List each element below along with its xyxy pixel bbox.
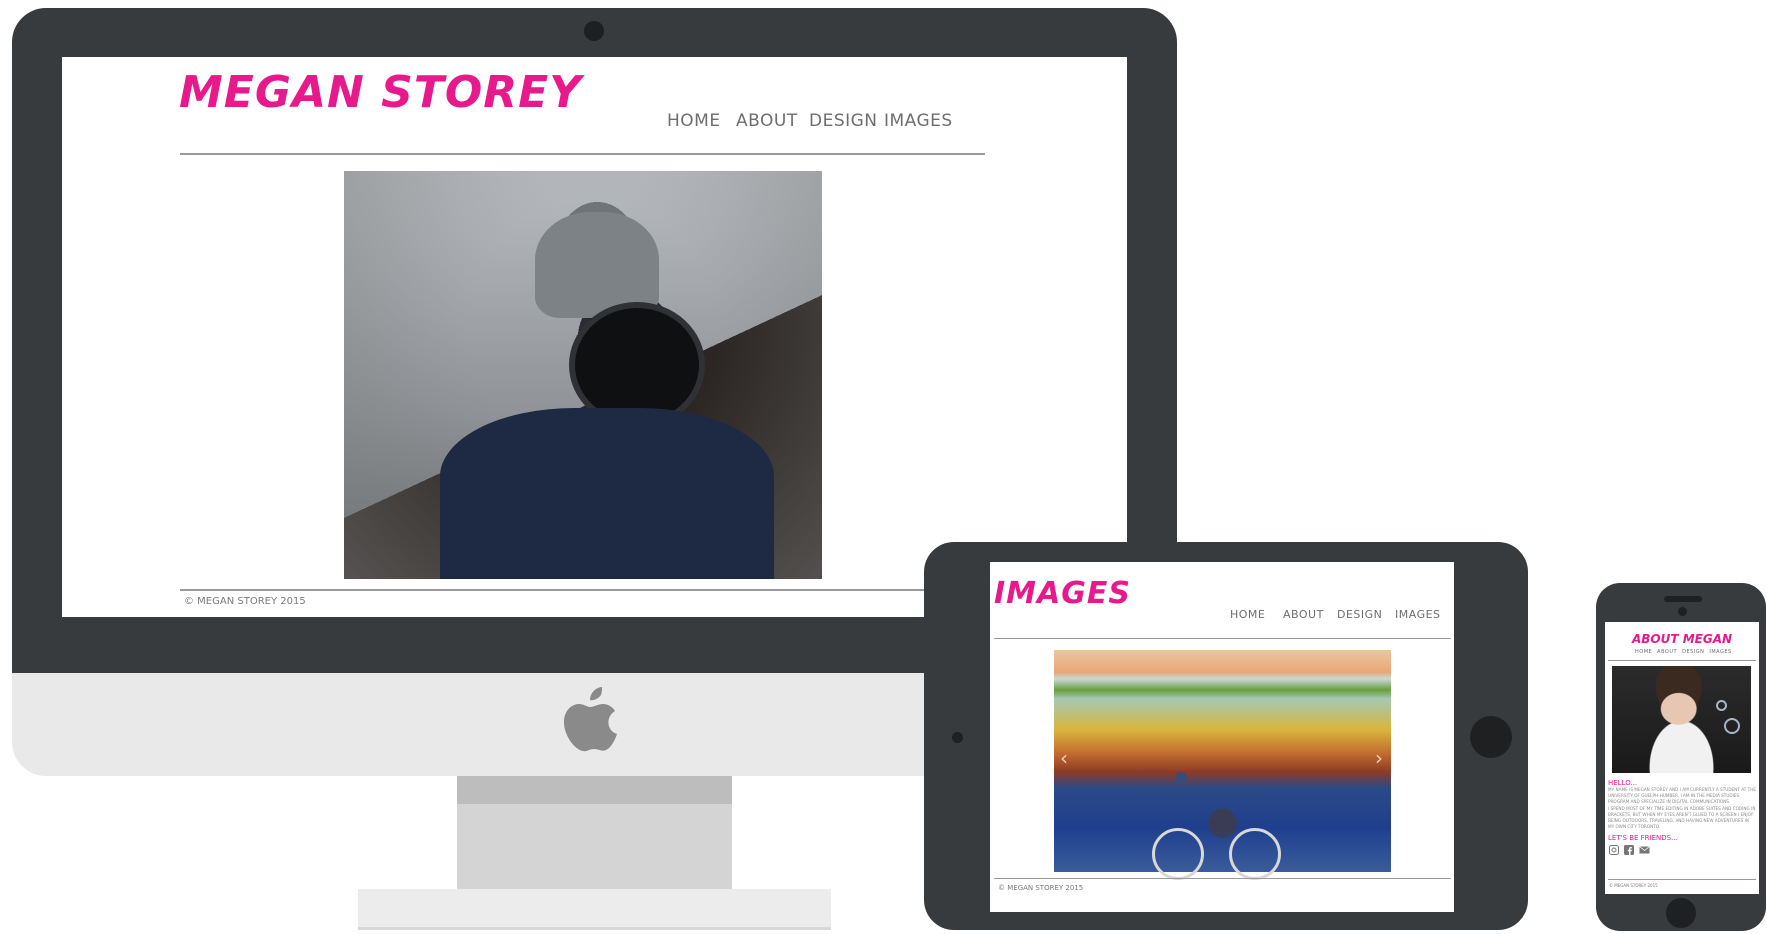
- nav-about[interactable]: ABOUT: [736, 111, 798, 131]
- phone-nav-images[interactable]: IMAGES: [1709, 649, 1731, 655]
- phone-nav-home[interactable]: HOME: [1635, 649, 1652, 655]
- photo-cyclist-head-shape: [1175, 772, 1188, 785]
- phone-nav: HOME ABOUT DESIGN IMAGES: [1635, 649, 1732, 655]
- image-slider[interactable]: ‹ ›: [1054, 650, 1391, 880]
- site-brand[interactable]: MEGAN STOREY: [179, 67, 582, 118]
- tablet-page-title: IMAGES: [994, 576, 1131, 611]
- phone-hello-heading: HELLO...: [1608, 779, 1638, 787]
- phone-site-screen: ABOUT MEGAN HOME ABOUT DESIGN IMAGES HEL…: [1605, 622, 1759, 894]
- phone-footer-divider: [1608, 879, 1756, 880]
- imac-stand-base: [358, 889, 831, 930]
- tablet-footer: © MEGAN STOREY 2015: [998, 884, 1084, 892]
- nav-images[interactable]: IMAGES: [884, 111, 953, 131]
- desktop-site-screen: MEGAN STOREY HOME ABOUT DESIGN IMAGES © …: [62, 57, 1127, 617]
- phone-bio-paragraph-2: I SPEND MOST OF MY TIME EDITING IN ADOBE…: [1608, 806, 1756, 829]
- tablet-nav-images[interactable]: IMAGES: [1395, 608, 1441, 621]
- photo-wheel-shape: [1151, 827, 1204, 880]
- phone-footer: © MEGAN STOREY 2015: [1609, 883, 1658, 888]
- phone-nav-design[interactable]: DESIGN: [1682, 649, 1704, 655]
- imac-camera: [584, 21, 604, 41]
- tablet-nav-design[interactable]: DESIGN: [1337, 608, 1382, 621]
- footer-divider: [180, 589, 985, 591]
- instagram-icon[interactable]: [1609, 845, 1619, 855]
- about-photo: [1612, 666, 1751, 773]
- slider-next-arrow[interactable]: ›: [1375, 746, 1383, 770]
- phone-home-button[interactable]: [1666, 898, 1696, 928]
- tablet-site-screen: IMAGES HOME ABOUT DESIGN IMAGES ‹ › © ME…: [990, 562, 1454, 912]
- phone-header-divider: [1608, 660, 1756, 661]
- tablet-home-button[interactable]: [1470, 716, 1512, 758]
- site-footer: © MEGAN STOREY 2015: [184, 596, 306, 607]
- nav-home[interactable]: HOME: [667, 111, 721, 131]
- tablet-nav-about[interactable]: ABOUT: [1283, 608, 1324, 621]
- tablet-nav-home[interactable]: HOME: [1230, 608, 1265, 621]
- photo-wheel-shape: [1229, 827, 1282, 880]
- slider-prev-arrow[interactable]: ‹: [1060, 746, 1068, 770]
- hero-photo: [344, 171, 822, 579]
- email-icon[interactable]: [1639, 845, 1650, 855]
- tablet-footer-divider: [994, 878, 1451, 879]
- phone-nav-about[interactable]: ABOUT: [1657, 649, 1677, 655]
- phone-friends-heading: LET'S BE FRIENDS...: [1608, 834, 1678, 842]
- tablet-header-divider: [994, 638, 1451, 639]
- phone-social-icons: [1609, 845, 1650, 855]
- photo-bubble-shape: [1716, 700, 1727, 711]
- phone-camera: [1678, 607, 1687, 616]
- phone-speaker: [1664, 596, 1702, 602]
- apple-logo-icon: [563, 687, 617, 752]
- tablet-camera: [952, 732, 963, 743]
- photo-bubble-shape: [1724, 718, 1740, 734]
- photo-jacket-shape: [439, 407, 775, 579]
- imac-stand-neck: [457, 776, 732, 889]
- nav-design[interactable]: DESIGN: [809, 111, 878, 131]
- phone-page-title: ABOUT MEGAN: [1631, 632, 1733, 646]
- facebook-icon[interactable]: [1624, 845, 1634, 855]
- phone-bio-paragraph-1: MY NAME IS MEGAN STOREY AND I AM CURRENT…: [1608, 787, 1756, 804]
- header-divider: [180, 153, 985, 155]
